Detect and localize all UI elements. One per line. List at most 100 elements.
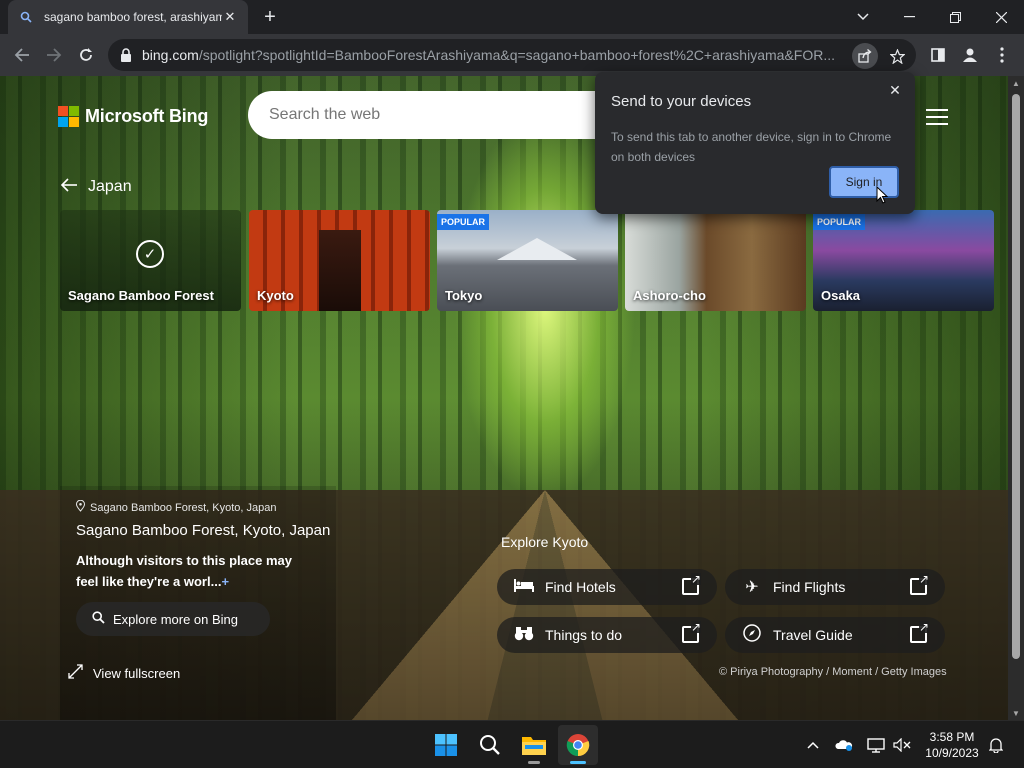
find-flights-button[interactable]: ✈ Find Flights — [725, 569, 945, 605]
popup-title: Send to your devices — [611, 93, 752, 110]
expand-icon — [68, 664, 83, 682]
search-icon — [92, 611, 105, 627]
explore-more-button[interactable]: Explore more on Bing — [76, 602, 270, 636]
torii-tunnel — [319, 230, 361, 311]
url-path: /spotlight?spotlightId=BambooForestArash… — [198, 47, 835, 63]
view-fullscreen-button[interactable]: View fullscreen — [68, 664, 180, 682]
url-text: bing.com/spotlight?spotlightId=BambooFor… — [142, 47, 842, 63]
bing-logo[interactable]: Microsoft Bing — [58, 106, 208, 127]
bing-logo-text: Microsoft Bing — [85, 106, 209, 126]
restore-button[interactable] — [932, 0, 978, 34]
find-hotels-button[interactable]: Find Hotels — [497, 569, 717, 605]
url-host: bing.com — [142, 47, 199, 63]
menu-dots-icon[interactable] — [988, 41, 1016, 69]
send-to-devices-popup: Send to your devices ✕ To send this tab … — [595, 72, 915, 214]
show-hidden-icons-chevron-icon[interactable] — [803, 735, 823, 755]
side-panel-icon[interactable] — [924, 41, 952, 69]
file-explorer-icon[interactable] — [514, 725, 554, 765]
card-ashoro-cho[interactable]: Ashoro-cho — [625, 210, 806, 311]
close-window-button[interactable] — [978, 0, 1024, 34]
sign-in-button[interactable]: Sign in — [829, 166, 899, 198]
share-icon[interactable] — [852, 43, 878, 69]
close-tab-icon[interactable]: ✕ — [222, 9, 238, 25]
breadcrumb[interactable]: Japan — [60, 176, 132, 197]
volume-muted-icon[interactable] — [892, 735, 912, 755]
popular-badge: POPULAR — [437, 214, 490, 230]
travel-guide-button[interactable]: Travel Guide — [725, 617, 945, 653]
running-indicator — [528, 761, 540, 764]
chrome-taskbar-icon[interactable] — [558, 725, 598, 765]
external-link-icon — [910, 573, 929, 595]
onedrive-icon[interactable] — [834, 735, 854, 755]
binoculars-icon — [513, 625, 535, 646]
close-popup-icon[interactable]: ✕ — [885, 80, 905, 100]
hamburger-menu-icon[interactable] — [926, 109, 948, 125]
info-description[interactable]: Although visitors to this place may feel… — [76, 550, 316, 592]
breadcrumb-label: Japan — [88, 177, 132, 195]
scrollbar-thumb[interactable] — [1012, 94, 1020, 659]
card-caption: Tokyo — [445, 288, 483, 303]
taskbar-search-icon[interactable] — [470, 725, 510, 765]
mountain-shape — [497, 238, 577, 260]
explore-title: Explore Kyoto — [501, 534, 589, 550]
search-box[interactable] — [248, 91, 608, 139]
travel-guide-label: Travel Guide — [773, 627, 853, 643]
windows-taskbar: 3:58 PM 10/9/2023 — [0, 720, 1024, 768]
browser-tab[interactable]: sagano bamboo forest, arashiyama ✕ — [8, 0, 248, 34]
find-hotels-label: Find Hotels — [545, 579, 616, 595]
page-scrollbar[interactable]: ▲ ▼ — [1008, 76, 1024, 720]
network-icon[interactable] — [866, 735, 886, 755]
external-link-icon — [910, 621, 929, 643]
ms-logo-green — [69, 106, 79, 116]
lock-icon[interactable] — [120, 48, 132, 62]
back-button[interactable] — [8, 41, 36, 69]
minimize-button[interactable] — [886, 0, 932, 34]
card-sagano-bamboo-forest[interactable]: ✓ Sagano Bamboo Forest — [60, 210, 241, 311]
notification-bell-icon[interactable] — [986, 735, 1006, 755]
forward-button[interactable] — [40, 41, 68, 69]
tab-search-icon[interactable] — [840, 0, 886, 34]
search-input[interactable] — [269, 106, 569, 124]
find-flights-label: Find Flights — [773, 579, 846, 595]
expand-plus-icon[interactable]: + — [221, 574, 229, 589]
selected-check-icon: ✓ — [136, 240, 164, 268]
address-bar[interactable]: bing.com/spotlight?spotlightId=BambooFor… — [108, 39, 916, 71]
tab-title: sagano bamboo forest, arashiyama — [44, 10, 222, 24]
card-caption: Kyoto — [257, 288, 294, 303]
card-caption: Sagano Bamboo Forest — [68, 288, 214, 303]
bookmark-star-icon[interactable] — [884, 43, 910, 69]
bed-icon — [513, 578, 535, 597]
ms-logo-yellow — [69, 117, 79, 127]
search-favicon-icon — [18, 9, 34, 25]
explore-more-label: Explore more on Bing — [113, 611, 239, 627]
back-arrow-icon[interactable] — [60, 176, 78, 197]
card-tokyo[interactable]: POPULAR Tokyo — [437, 210, 618, 311]
airplane-icon: ✈ — [745, 579, 759, 596]
image-credit[interactable]: © Piriya Photography / Moment / Getty Im… — [719, 666, 947, 678]
start-menu-icon[interactable] — [426, 725, 466, 765]
profile-icon[interactable] — [956, 41, 984, 69]
popular-badge: POPULAR — [813, 214, 866, 230]
microsoft-logo-icon — [58, 106, 79, 127]
system-clock[interactable]: 3:58 PM 10/9/2023 — [920, 729, 984, 761]
things-to-do-button[interactable]: Things to do — [497, 617, 717, 653]
things-to-do-label: Things to do — [545, 627, 623, 643]
scroll-down-icon[interactable]: ▼ — [1008, 706, 1024, 720]
location-line: Sagano Bamboo Forest, Kyoto, Japan — [75, 499, 277, 515]
clock-time: 3:58 PM — [929, 730, 975, 744]
view-fullscreen-label: View fullscreen — [93, 665, 181, 681]
card-osaka[interactable]: POPULAR Osaka — [813, 210, 994, 311]
popup-description: To send this tab to another device, sign… — [611, 130, 892, 164]
info-description-text: Although visitors to this place may feel… — [76, 553, 292, 589]
reload-button[interactable] — [72, 41, 100, 69]
card-kyoto[interactable]: Kyoto — [249, 210, 430, 311]
info-panel: Sagano Bamboo Forest, Kyoto, Japan Sagan… — [60, 486, 336, 720]
card-caption: Ashoro-cho — [633, 288, 706, 303]
destination-carousel: ✓ Sagano Bamboo Forest Kyoto POPULAR Tok… — [60, 210, 1000, 311]
ms-logo-red — [58, 106, 68, 116]
new-tab-button[interactable]: + — [258, 6, 282, 28]
compass-icon — [741, 623, 763, 647]
scroll-up-icon[interactable]: ▲ — [1008, 76, 1024, 90]
browser-toolbar: bing.com/spotlight?spotlightId=BambooFor… — [0, 34, 1024, 76]
info-title[interactable]: Sagano Bamboo Forest, Kyoto, Japan — [76, 522, 330, 539]
